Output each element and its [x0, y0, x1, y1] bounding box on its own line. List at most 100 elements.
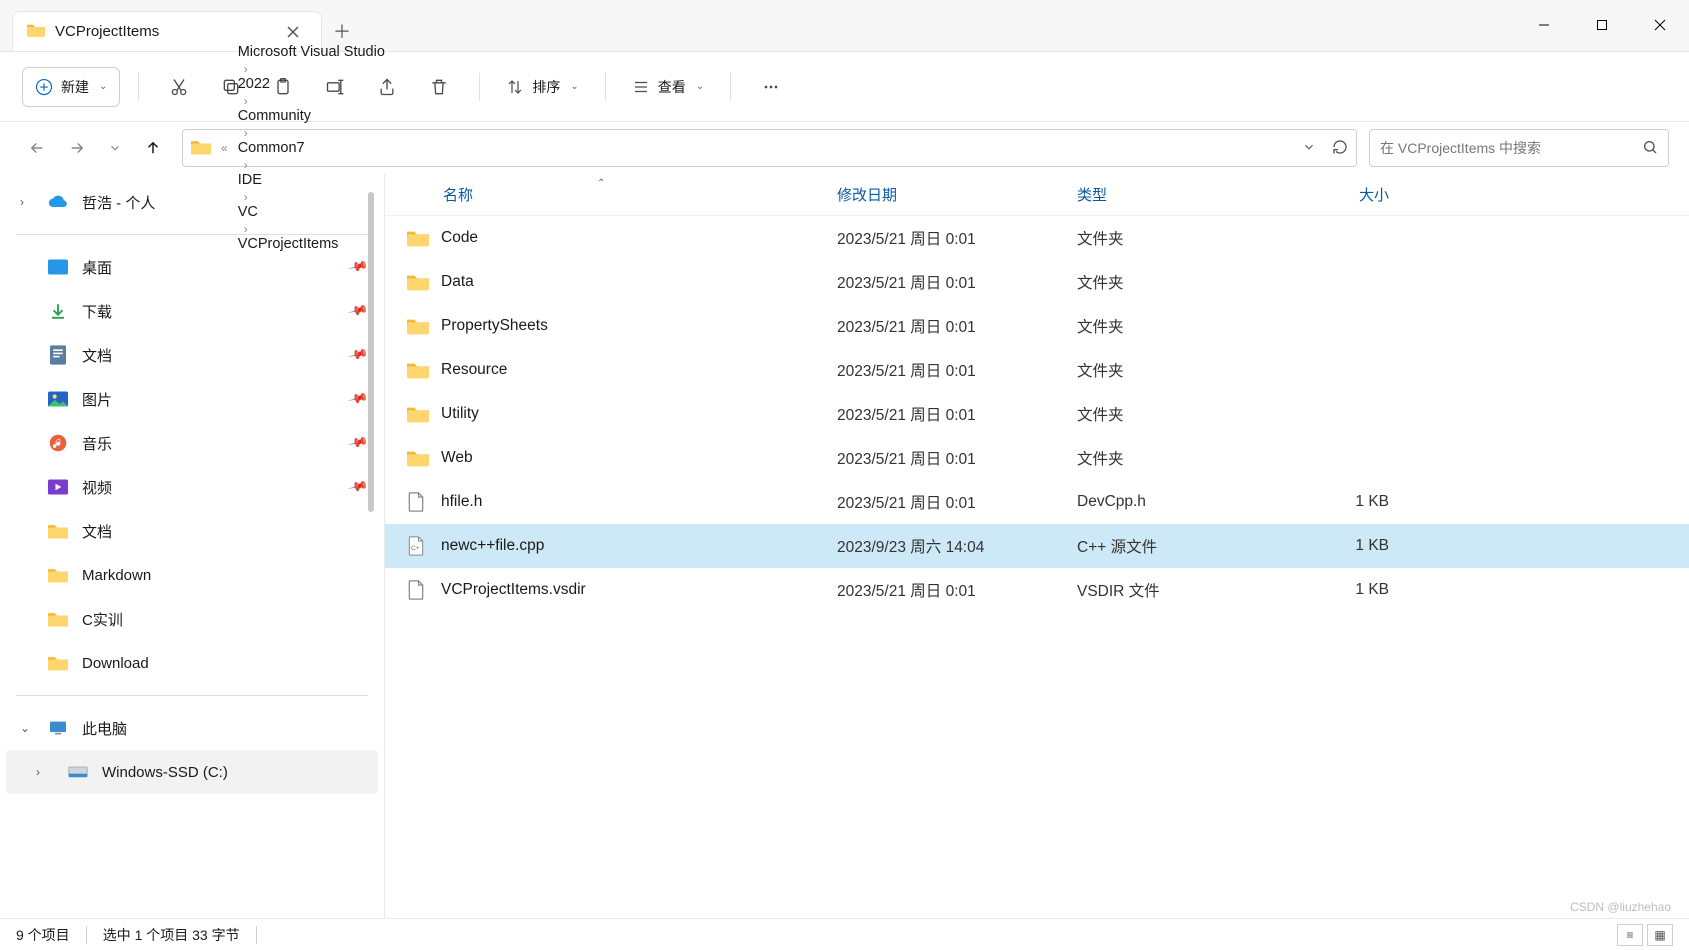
addr-chevron-icon[interactable]	[1302, 140, 1316, 157]
sidebar-item-drive-c[interactable]: › Windows-SSD (C:)	[6, 750, 378, 794]
column-header-date[interactable]: 修改日期	[837, 184, 1077, 205]
folder-icon	[407, 317, 429, 335]
column-header-size[interactable]: 大小	[1277, 184, 1407, 205]
sidebar-item-label: 哲浩 - 个人	[82, 192, 155, 213]
sidebar-item-label: C实训	[82, 609, 123, 630]
separator	[86, 926, 87, 944]
pin-icon: 📌	[347, 432, 369, 454]
file-row[interactable]: Utility2023/5/21 周日 0:01文件夹	[385, 392, 1689, 436]
file-name: Resource	[441, 361, 507, 379]
file-icon	[407, 493, 429, 511]
chevron-right-icon[interactable]: ›	[238, 94, 254, 108]
details-view-button[interactable]: ≡	[1617, 924, 1643, 946]
view-button[interactable]: 查看 ⌄	[624, 77, 712, 97]
more-icon[interactable]	[749, 65, 793, 109]
file-date: 2023/5/21 周日 0:01	[837, 271, 1077, 293]
watermark: CSDN @liuzhehao	[1570, 900, 1671, 914]
chevron-right-icon: ›	[36, 765, 40, 779]
file-row[interactable]: VCProjectItems.vsdir2023/5/21 周日 0:01VSD…	[385, 568, 1689, 612]
breadcrumb-overflow[interactable]: «	[215, 141, 234, 155]
sidebar-item-label: 音乐	[82, 433, 112, 454]
search-box[interactable]	[1369, 129, 1669, 167]
back-button[interactable]	[28, 139, 46, 157]
column-header-name[interactable]: 名称⌃	[407, 184, 837, 205]
sidebar-item[interactable]: 音乐 📌	[0, 421, 384, 465]
chevron-right-icon[interactable]: ›	[238, 62, 254, 76]
chevron-down-icon: ⌄	[20, 721, 30, 735]
file-size: 1 KB	[1277, 581, 1407, 599]
separator	[730, 73, 731, 101]
view-label: 查看	[658, 77, 686, 97]
sidebar-item-label: Markdown	[82, 567, 151, 584]
sidebar-item-label: 文档	[82, 521, 112, 542]
separator	[16, 234, 368, 235]
file-row[interactable]: C+newc++file.cpp2023/9/23 周六 14:04C++ 源文…	[385, 524, 1689, 568]
sidebar-item[interactable]: 下载📌	[0, 289, 384, 333]
breadcrumb-item[interactable]: Community	[238, 108, 385, 124]
breadcrumb-item[interactable]: Common7	[238, 140, 385, 156]
file-date: 2023/5/21 周日 0:01	[837, 227, 1077, 249]
sidebar-item[interactable]: 文档	[0, 509, 384, 553]
folder-icon	[407, 273, 429, 291]
search-input[interactable]	[1380, 140, 1634, 156]
folder-icon	[407, 405, 429, 423]
sidebar-item-this-pc[interactable]: ⌄ 此电脑	[0, 706, 384, 750]
up-button[interactable]	[144, 139, 162, 157]
column-headers: 名称⌃ 修改日期 类型 大小	[385, 174, 1689, 216]
file-row[interactable]: Code2023/5/21 周日 0:01文件夹	[385, 216, 1689, 260]
cloud-icon	[48, 192, 68, 212]
sort-button[interactable]: 排序 ⌄	[498, 77, 586, 97]
chevron-right-icon[interactable]: ›	[238, 126, 254, 140]
file-date: 2023/5/21 周日 0:01	[837, 447, 1077, 469]
sidebar-item-onedrive[interactable]: › 哲浩 - 个人	[0, 180, 384, 224]
recent-locations-button[interactable]	[108, 141, 122, 155]
new-button[interactable]: 新建 ⌄	[22, 67, 120, 107]
maximize-button[interactable]	[1573, 0, 1631, 51]
file-type: 文件夹	[1077, 227, 1277, 249]
folder-icon	[27, 23, 45, 40]
file-row[interactable]: Web2023/5/21 周日 0:01文件夹	[385, 436, 1689, 480]
window-controls	[1515, 0, 1689, 51]
column-header-type[interactable]: 类型	[1077, 184, 1277, 205]
scrollbar[interactable]	[368, 192, 374, 512]
file-row[interactable]: Resource2023/5/21 周日 0:01文件夹	[385, 348, 1689, 392]
separator	[138, 73, 139, 101]
chevron-down-icon: ⌄	[99, 81, 107, 92]
document-icon	[48, 345, 68, 365]
sidebar-item[interactable]: 视频📌	[0, 465, 384, 509]
file-name: hfile.h	[441, 493, 482, 511]
sidebar-item[interactable]: Markdown	[0, 553, 384, 597]
file-row[interactable]: hfile.h2023/5/21 周日 0:01DevCpp.h1 KB	[385, 480, 1689, 524]
breadcrumb-item[interactable]: Microsoft Visual Studio	[238, 44, 385, 60]
new-button-label: 新建	[61, 77, 89, 97]
separator	[479, 73, 480, 101]
sidebar-item[interactable]: 文档📌	[0, 333, 384, 377]
pin-icon: 📌	[347, 476, 369, 498]
cut-icon[interactable]	[157, 65, 201, 109]
address-bar[interactable]: « Microsoft Visual Studio›2022›Community…	[182, 129, 1357, 167]
video-icon	[48, 477, 68, 497]
search-icon[interactable]	[1642, 139, 1658, 158]
close-button[interactable]	[1631, 0, 1689, 51]
sidebar-item[interactable]: 图片📌	[0, 377, 384, 421]
picture-icon	[48, 389, 68, 409]
sidebar-item[interactable]: 桌面📌	[0, 245, 384, 289]
chevron-right-icon[interactable]: ›	[238, 158, 254, 172]
pin-icon: 📌	[347, 344, 369, 366]
thumbnails-view-button[interactable]: ▦	[1647, 924, 1673, 946]
delete-icon[interactable]	[417, 65, 461, 109]
tab-close-button[interactable]	[279, 18, 307, 46]
file-row[interactable]: PropertySheets2023/5/21 周日 0:01文件夹	[385, 304, 1689, 348]
file-row[interactable]: Data2023/5/21 周日 0:01文件夹	[385, 260, 1689, 304]
minimize-button[interactable]	[1515, 0, 1573, 51]
folder-icon	[48, 565, 68, 585]
separator	[16, 695, 368, 696]
folder-icon	[407, 229, 429, 247]
refresh-button[interactable]	[1332, 139, 1348, 158]
sidebar-item[interactable]: C实训	[0, 597, 384, 641]
sidebar-item[interactable]: Download	[0, 641, 384, 685]
sort-label: 排序	[532, 77, 560, 97]
file-type: DevCpp.h	[1077, 493, 1277, 511]
forward-button[interactable]	[68, 139, 86, 157]
breadcrumb-item[interactable]: 2022	[238, 76, 385, 92]
